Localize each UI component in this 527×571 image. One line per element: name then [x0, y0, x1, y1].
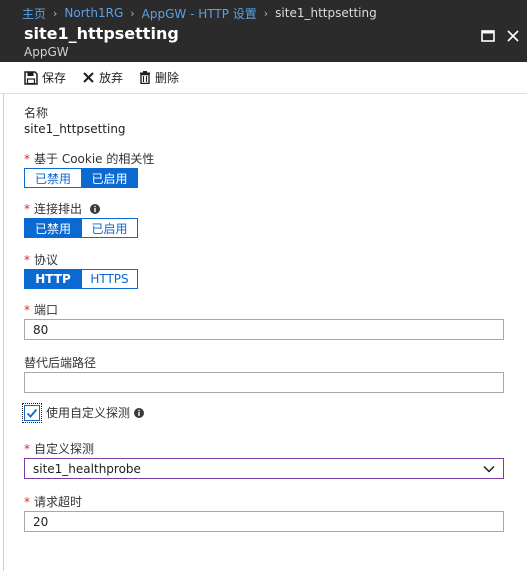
cookie-affinity-disabled-option[interactable]: 已禁用: [25, 169, 81, 187]
maximize-button[interactable]: [480, 28, 496, 44]
breadcrumb-separator: ›: [263, 6, 269, 20]
breadcrumb-home[interactable]: 主页: [22, 5, 46, 22]
cookie-affinity-label: * 基于 Cookie 的相关性: [24, 152, 155, 166]
request-timeout-input[interactable]: [24, 511, 504, 532]
port-input[interactable]: [24, 319, 504, 340]
breadcrumb: 主页 › North1RG › AppGW - HTTP 设置 › site1_…: [0, 0, 527, 26]
protocol-label: * 协议: [24, 253, 59, 267]
name-value: site1_httpsetting: [24, 122, 126, 136]
command-bar: 保存 放弃 删除: [0, 62, 527, 94]
info-icon[interactable]: [134, 407, 145, 418]
maximize-icon: [481, 30, 495, 42]
request-timeout-label: * 请求超时: [24, 495, 83, 509]
use-custom-probe-checkbox-row[interactable]: 使用自定义探测: [22, 402, 145, 423]
delete-label: 删除: [155, 71, 180, 85]
close-icon: [507, 30, 519, 42]
breadcrumb-http-settings[interactable]: AppGW - HTTP 设置: [142, 5, 257, 22]
custom-probe-selected-value: site1_healthprobe: [33, 461, 141, 476]
cookie-affinity-enabled-option[interactable]: 已启用: [81, 169, 137, 187]
save-label: 保存: [42, 71, 67, 85]
trash-icon: [140, 71, 151, 84]
blade-left-border: [3, 94, 4, 571]
use-custom-probe-label: 使用自定义探测: [46, 406, 131, 420]
custom-probe-label: * 自定义探测: [24, 442, 95, 456]
breadcrumb-current: site1_httpsetting: [275, 6, 377, 20]
connection-draining-disabled-option[interactable]: 已禁用: [25, 219, 81, 237]
name-label: 名称: [24, 106, 49, 120]
discard-button[interactable]: 放弃: [82, 69, 123, 86]
override-path-label: 替代后端路径: [24, 356, 97, 370]
connection-draining-enabled-option[interactable]: 已启用: [81, 219, 137, 237]
delete-button[interactable]: 删除: [139, 69, 179, 86]
connection-draining-toggle: 已禁用 已启用: [24, 218, 138, 238]
blade-subtitle: AppGW: [24, 45, 69, 59]
blade-header: site1_httpsetting AppGW: [0, 24, 527, 62]
connection-draining-label: * 连接排出: [24, 200, 100, 217]
blade-title: site1_httpsetting: [24, 24, 179, 43]
breadcrumb-resource-group[interactable]: North1RG: [64, 6, 123, 20]
close-blade-button[interactable]: [505, 28, 521, 44]
breadcrumb-separator: ›: [130, 6, 135, 20]
use-custom-probe-checkbox[interactable]: [22, 402, 42, 423]
save-button[interactable]: 保存: [24, 69, 66, 86]
protocol-http-option[interactable]: HTTP: [25, 270, 81, 288]
chevron-down-icon: [483, 465, 495, 473]
override-path-input[interactable]: [24, 372, 504, 393]
port-label: * 端口: [24, 303, 59, 317]
save-icon: [24, 70, 38, 85]
custom-probe-select[interactable]: site1_healthprobe: [24, 458, 504, 479]
cookie-affinity-toggle: 已禁用 已启用: [24, 168, 138, 188]
discard-label: 放弃: [99, 71, 124, 85]
protocol-toggle: HTTP HTTPS: [24, 269, 138, 289]
breadcrumb-separator: ›: [53, 6, 58, 20]
info-icon[interactable]: [89, 204, 100, 214]
checkmark-icon: [26, 408, 38, 418]
protocol-https-option[interactable]: HTTPS: [81, 270, 137, 288]
close-icon: [83, 72, 94, 83]
